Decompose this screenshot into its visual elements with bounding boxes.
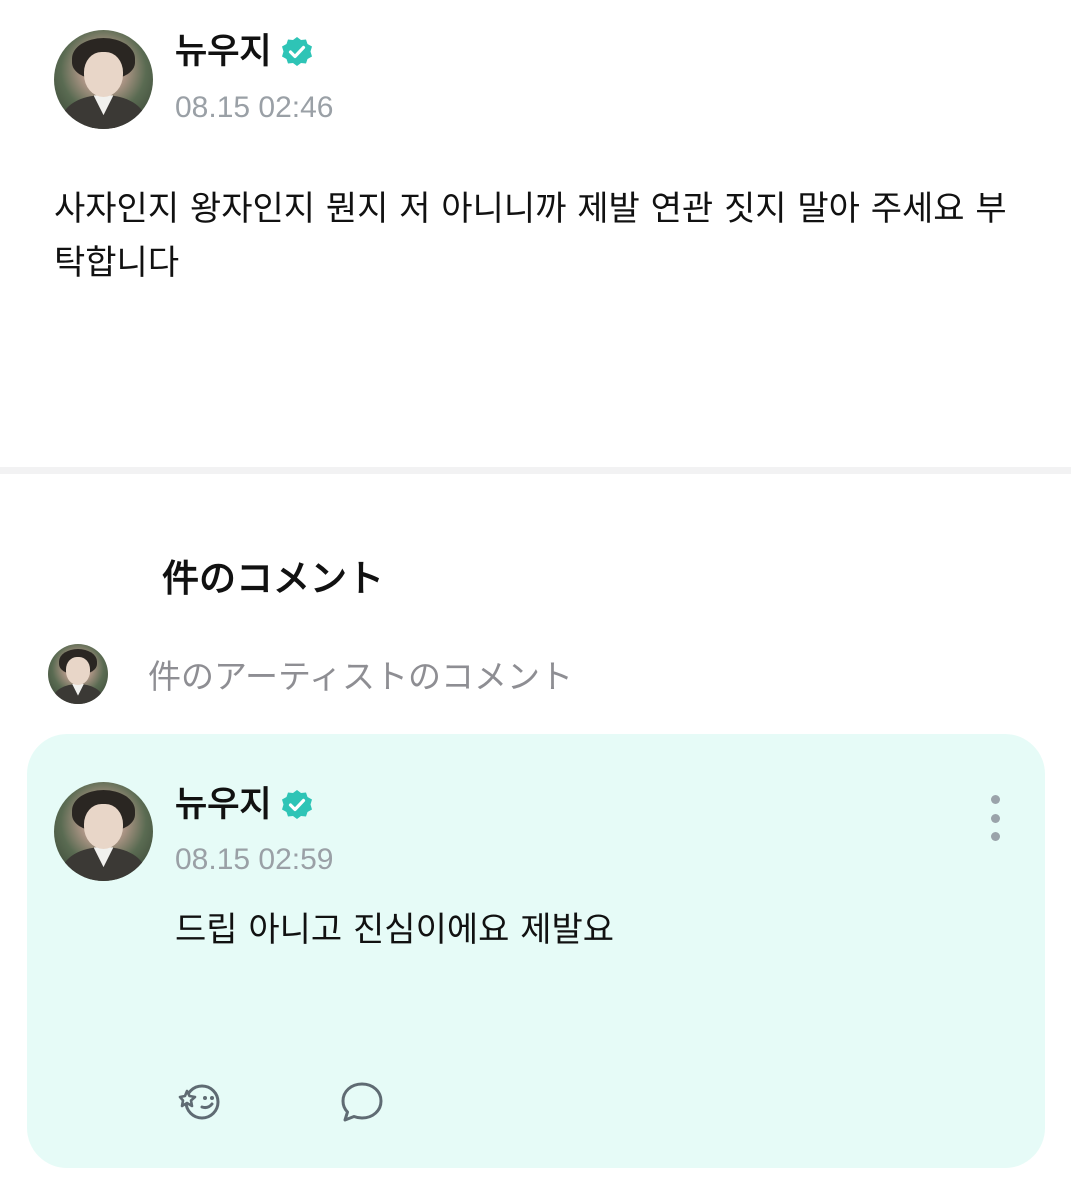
post-author-name-row[interactable]: 뉴우지 — [175, 30, 314, 74]
comment-timestamp: 08.15 02:59 — [175, 843, 334, 876]
comment-author-name-row[interactable]: 뉴우지 — [175, 783, 314, 827]
section-divider — [0, 467, 1071, 474]
comment-bubble-icon[interactable] — [337, 1077, 387, 1127]
verified-badge-icon — [281, 790, 312, 819]
artist-avatar — [48, 644, 108, 704]
emoji-react-icon[interactable] — [175, 1077, 225, 1127]
comments-section-title: 件のコメント — [162, 557, 384, 600]
post-timestamp: 08.15 02:46 — [175, 91, 334, 124]
post-detail-page: 뉴우지 08.15 02:46 사자인지 왕자인지 뭔지 저 아니니까 제발 연… — [0, 0, 1071, 1200]
comment-body-text: 드립 아니고 진심이에요 제발요 — [175, 910, 615, 950]
post-body-text: 사자인지 왕자인지 뭔지 저 아니니까 제발 연관 짓지 말아 주세요 부탁합니… — [54, 189, 1007, 283]
verified-badge-icon — [281, 37, 312, 66]
post-author-name[interactable]: 뉴우지 — [175, 30, 272, 74]
post-author-avatar[interactable] — [54, 30, 153, 129]
artist-comment-filter[interactable]: 件のアーティストのコメント — [48, 643, 573, 705]
artist-comment-filter-label: 件のアーティストのコメント — [148, 657, 574, 696]
more-vertical-icon[interactable] — [980, 795, 1010, 841]
comment-author-name[interactable]: 뉴우지 — [175, 783, 272, 827]
comment-author-avatar[interactable] — [54, 782, 153, 881]
